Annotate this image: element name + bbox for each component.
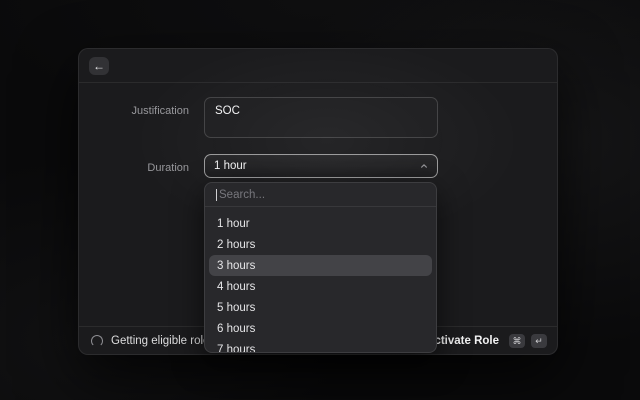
- dropdown-option[interactable]: 7 hours: [209, 339, 432, 353]
- back-button[interactable]: ←: [89, 57, 109, 75]
- back-arrow-icon: ←: [93, 60, 105, 72]
- dropdown-option-highlighted[interactable]: 3 hours: [209, 255, 432, 276]
- window-header: ←: [79, 49, 557, 83]
- command-key-icon[interactable]: ⌘: [509, 334, 525, 348]
- duration-dropdown-panel: Search... 1 hour 2 hours 3 hours 4 hours…: [204, 182, 437, 353]
- activate-role-label: Activate Role: [426, 335, 499, 347]
- primary-action[interactable]: Activate Role ⌘ ↵: [426, 334, 547, 348]
- duration-select[interactable]: 1 hour: [204, 154, 438, 178]
- text-cursor: [216, 189, 217, 201]
- chevron-up-icon: [420, 162, 428, 170]
- loading-spinner-icon: [91, 335, 103, 347]
- duration-value: 1 hour: [214, 160, 247, 172]
- justification-value: SOC: [215, 105, 240, 117]
- search-placeholder: Search...: [219, 189, 265, 201]
- dropdown-search-input[interactable]: Search...: [205, 183, 436, 207]
- return-key-icon[interactable]: ↵: [531, 334, 547, 348]
- dropdown-option[interactable]: 5 hours: [209, 297, 432, 318]
- dropdown-option[interactable]: 2 hours: [209, 234, 432, 255]
- justification-label: Justification: [79, 105, 189, 117]
- dropdown-option[interactable]: 1 hour: [209, 213, 432, 234]
- justification-input[interactable]: SOC: [204, 97, 438, 138]
- dropdown-option-list: 1 hour 2 hours 3 hours 4 hours 5 hours 6…: [205, 207, 436, 353]
- duration-label: Duration: [79, 162, 189, 174]
- dropdown-option[interactable]: 6 hours: [209, 318, 432, 339]
- modal-window: ← Justification SOC Duration 1 hour Sear…: [78, 48, 558, 355]
- dropdown-option[interactable]: 4 hours: [209, 276, 432, 297]
